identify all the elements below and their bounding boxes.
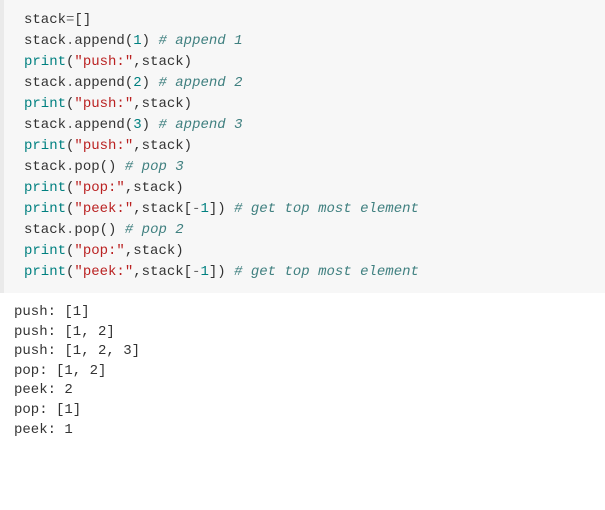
code-token: ,stack[ [133, 201, 192, 217]
code-token: ,stack[ [133, 264, 192, 280]
code-line: print("pop:",stack) [24, 178, 585, 199]
code-token: () [100, 222, 125, 238]
code-token: "push:" [74, 138, 133, 154]
code-cell: stack=[]stack.append(1) # append 1print(… [0, 0, 605, 293]
code-line: stack.append(1) # append 1 [24, 31, 585, 52]
code-token: # append 2 [158, 75, 242, 91]
code-token: "push:" [74, 96, 133, 112]
code-line: print("push:",stack) [24, 52, 585, 73]
code-token: ,stack) [133, 138, 192, 154]
code-token: ]) [209, 264, 234, 280]
code-token: print [24, 54, 66, 70]
code-token: 1 [200, 264, 208, 280]
output-line: pop: [1, 2] [14, 362, 591, 382]
code-token: 2 [133, 75, 141, 91]
output-line: push: [1, 2] [14, 323, 591, 343]
code-token: stack [24, 117, 66, 133]
code-token: "push:" [74, 54, 133, 70]
code-token: "peek:" [74, 264, 133, 280]
code-token: # get top most element [234, 264, 419, 280]
code-token: # pop 2 [125, 222, 184, 238]
code-token: 1 [133, 33, 141, 49]
output-line: peek: 1 [14, 421, 591, 441]
code-token: stack [24, 222, 66, 238]
output-line: peek: 2 [14, 381, 591, 401]
code-token: ( [125, 75, 133, 91]
code-token: append [74, 33, 124, 49]
code-token: print [24, 180, 66, 196]
code-token: ( [125, 33, 133, 49]
code-token: stack [24, 75, 66, 91]
code-line: stack.pop() # pop 3 [24, 157, 585, 178]
code-token: print [24, 201, 66, 217]
code-token: ,stack) [125, 180, 184, 196]
code-line: print("pop:",stack) [24, 241, 585, 262]
output-line: push: [1, 2, 3] [14, 342, 591, 362]
code-token: # get top most element [234, 201, 419, 217]
code-token: # append 1 [158, 33, 242, 49]
code-token: ) [142, 33, 159, 49]
code-token: stack [24, 33, 66, 49]
code-token: print [24, 96, 66, 112]
code-token: "pop:" [74, 243, 124, 259]
code-line: stack.append(3) # append 3 [24, 115, 585, 136]
code-line: print("push:",stack) [24, 94, 585, 115]
code-line: stack.pop() # pop 2 [24, 220, 585, 241]
code-token: stack [24, 159, 66, 175]
code-token: pop [74, 222, 99, 238]
code-token: # append 3 [158, 117, 242, 133]
code-token: [] [74, 12, 91, 28]
code-token: ( [125, 117, 133, 133]
code-line: stack.append(2) # append 2 [24, 73, 585, 94]
code-token: ,stack) [125, 243, 184, 259]
code-token: "peek:" [74, 201, 133, 217]
code-token: () [100, 159, 125, 175]
code-token: ) [142, 75, 159, 91]
output-cell: push: [1]push: [1, 2]push: [1, 2, 3]pop:… [0, 293, 605, 450]
code-token: 3 [133, 117, 141, 133]
code-line: stack=[] [24, 10, 585, 31]
code-line: print("peek:",stack[-1]) # get top most … [24, 262, 585, 283]
code-token: ) [142, 117, 159, 133]
code-line: print("peek:",stack[-1]) # get top most … [24, 199, 585, 220]
code-token: ,stack) [133, 54, 192, 70]
code-token: 1 [200, 201, 208, 217]
code-token: ]) [209, 201, 234, 217]
code-token: print [24, 138, 66, 154]
output-line: pop: [1] [14, 401, 591, 421]
code-token: stack [24, 12, 66, 28]
code-token: pop [74, 159, 99, 175]
code-token: print [24, 264, 66, 280]
code-token: print [24, 243, 66, 259]
code-token: # pop 3 [125, 159, 184, 175]
code-token: "pop:" [74, 180, 124, 196]
code-token: append [74, 117, 124, 133]
code-token: append [74, 75, 124, 91]
output-line: push: [1] [14, 303, 591, 323]
code-line: print("push:",stack) [24, 136, 585, 157]
code-token: ,stack) [133, 96, 192, 112]
